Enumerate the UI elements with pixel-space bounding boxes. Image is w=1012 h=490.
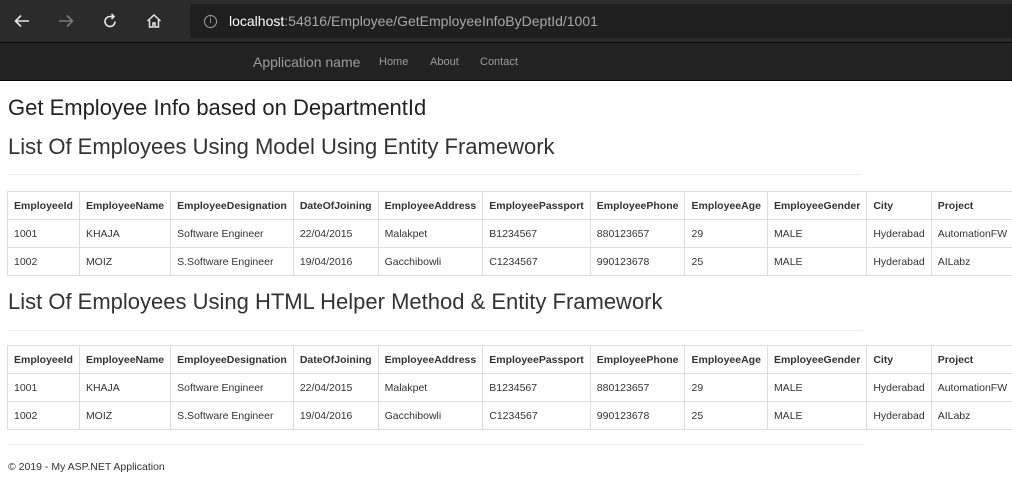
table-cell: Hyderabad [866, 219, 932, 248]
column-header: City [866, 191, 932, 220]
table-cell: 19/04/2016 [292, 401, 379, 430]
back-arrow-icon [14, 14, 29, 28]
table-cell: MALE [766, 373, 868, 402]
divider [8, 330, 862, 331]
table-cell: C1234567 [482, 401, 591, 430]
nav-link-contact[interactable]: Contact [480, 56, 518, 68]
column-header: DateOfJoining [292, 345, 379, 374]
table-cell: 1001 [7, 219, 80, 248]
table-cell: S.Software Engineer [170, 247, 294, 276]
table-cell: 990123678 [589, 401, 686, 430]
section-title-model: List Of Employees Using Model Using Enti… [8, 134, 555, 159]
table-row: 1002 MOIZ S.Software Engineer 19/04/2016… [7, 247, 1012, 276]
column-header: DateOfJoining [292, 191, 379, 220]
table-cell: Software Engineer [170, 219, 294, 248]
url-path: :54816/Employee/GetEmployeeInfoByDeptId/… [284, 13, 598, 29]
section-title-html-helper: List Of Employees Using HTML Helper Meth… [8, 289, 663, 314]
table-cell: 1001 [7, 373, 80, 402]
table-cell: AutomationFW [930, 219, 1012, 248]
url-host: localhost [229, 13, 285, 29]
column-header: EmployeeAddress [377, 345, 484, 374]
table-cell: Malakpet [377, 219, 484, 248]
divider [8, 174, 862, 175]
table-cell: Hyderabad [866, 373, 932, 402]
table-cell: B1234567 [482, 219, 591, 248]
column-header: EmployeePassport [482, 345, 591, 374]
table-cell: AILabz [930, 401, 1012, 430]
divider [8, 444, 862, 445]
home-button[interactable] [132, 0, 176, 42]
column-header: EmployeeAddress [377, 191, 484, 220]
column-header: EmployeePhone [589, 345, 686, 374]
table-cell: Gacchibowli [377, 401, 484, 430]
column-header: EmployeeDesignation [170, 345, 294, 374]
forward-button[interactable] [44, 0, 88, 42]
table-cell: 990123678 [589, 247, 686, 276]
column-header: EmployeeAge [684, 191, 768, 220]
table-cell: MALE [766, 219, 868, 248]
table-cell: Hyderabad [866, 401, 932, 430]
table-cell: 29 [684, 373, 768, 402]
home-icon [146, 13, 162, 28]
table-cell: MOIZ [78, 401, 172, 430]
table-cell: C1234567 [482, 247, 591, 276]
site-navbar: Application name Home About Contact [0, 42, 1012, 81]
nav-link-about[interactable]: About [430, 56, 459, 68]
table-cell: MALE [766, 401, 868, 430]
column-header: EmployeeId [7, 345, 80, 374]
table-cell: 880123657 [589, 373, 686, 402]
table-cell: B1234567 [482, 373, 591, 402]
table-cell: MALE [766, 247, 868, 276]
column-header: Project [930, 345, 1012, 374]
table-cell: 29 [684, 219, 768, 248]
table-row: 1002 MOIZ S.Software Engineer 19/04/2016… [7, 401, 1012, 430]
browser-toolbar: i localhost:54816/Employee/GetEmployeeIn… [0, 0, 1012, 42]
table-cell: Malakpet [377, 373, 484, 402]
table-cell: AILabz [930, 247, 1012, 276]
table-header-row: EmployeeId EmployeeName EmployeeDesignat… [7, 345, 1012, 374]
table-cell: 25 [684, 401, 768, 430]
table-cell: KHAJA [78, 373, 172, 402]
column-header: EmployeeName [78, 191, 172, 220]
column-header: EmployeePassport [482, 191, 591, 220]
employee-table-model: EmployeeId EmployeeName EmployeeDesignat… [7, 191, 1012, 276]
back-button[interactable] [0, 0, 44, 42]
table-cell: MOIZ [78, 247, 172, 276]
table-cell: AutomationFW [930, 373, 1012, 402]
column-header: EmployeeGender [766, 191, 868, 220]
table-cell: 1002 [7, 247, 80, 276]
table-cell: Hyderabad [866, 247, 932, 276]
column-header: City [866, 345, 932, 374]
table-cell: 1002 [7, 401, 80, 430]
column-header: EmployeeName [78, 345, 172, 374]
table-cell: 880123657 [589, 219, 686, 248]
forward-arrow-icon [59, 14, 74, 28]
column-header: EmployeeDesignation [170, 191, 294, 220]
column-header: EmployeeAge [684, 345, 768, 374]
table-cell: Software Engineer [170, 373, 294, 402]
navbar-brand[interactable]: Application name [253, 54, 360, 70]
info-icon[interactable]: i [204, 14, 217, 28]
refresh-button[interactable] [88, 0, 132, 42]
nav-link-home[interactable]: Home [379, 56, 408, 68]
table-cell: 25 [684, 247, 768, 276]
employee-table-html-helper: EmployeeId EmployeeName EmployeeDesignat… [7, 345, 1012, 430]
table-row: 1001 KHAJA Software Engineer 22/04/2015 … [7, 219, 1012, 248]
column-header: EmployeePhone [589, 191, 686, 220]
table-row: 1001 KHAJA Software Engineer 22/04/2015 … [7, 373, 1012, 402]
address-bar[interactable]: i localhost:54816/Employee/GetEmployeeIn… [190, 4, 1012, 38]
table-header-row: EmployeeId EmployeeName EmployeeDesignat… [7, 191, 1012, 220]
column-header: EmployeeGender [766, 345, 868, 374]
column-header: EmployeeId [7, 191, 80, 220]
refresh-icon [104, 13, 116, 28]
page-title: Get Employee Info based on DepartmentId [8, 95, 427, 120]
table-cell: 22/04/2015 [292, 373, 379, 402]
table-cell: KHAJA [78, 219, 172, 248]
table-cell: 19/04/2016 [292, 247, 379, 276]
table-cell: Gacchibowli [377, 247, 484, 276]
column-header: Project [930, 191, 1012, 220]
table-cell: S.Software Engineer [170, 401, 294, 430]
table-cell: 22/04/2015 [292, 219, 379, 248]
footer-text: © 2019 - My ASP.NET Application [8, 461, 165, 473]
